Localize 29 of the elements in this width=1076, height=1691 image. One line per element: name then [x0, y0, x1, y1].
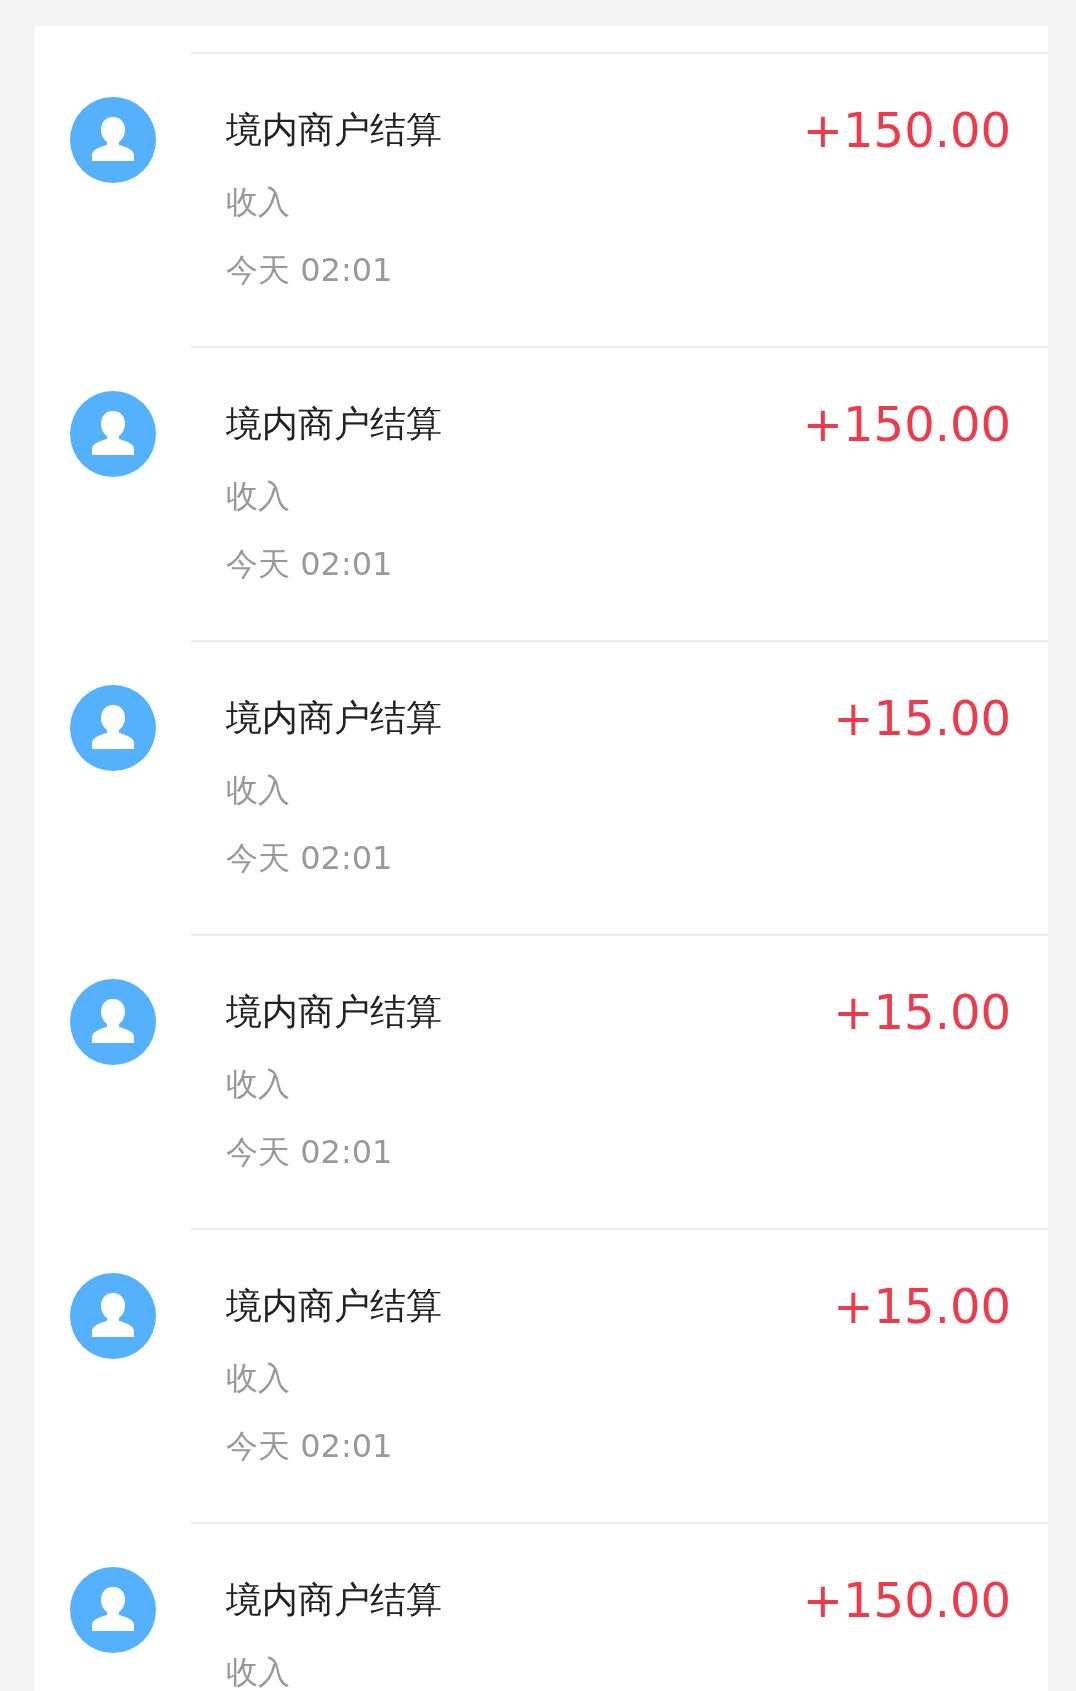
transaction-time: 今天 02:01	[226, 250, 393, 291]
transaction-time: 今天 02:01	[226, 544, 393, 585]
transaction-title: 境内商户结算	[226, 402, 442, 446]
amount: +150.00	[802, 101, 1011, 160]
transaction-title: 境内商户结算	[226, 108, 442, 152]
person-avatar-icon	[70, 391, 156, 477]
transaction-title: 境内商户结算	[226, 696, 442, 740]
person-avatar-icon	[70, 979, 156, 1065]
amount: +150.00	[802, 395, 1011, 454]
person-avatar-icon	[70, 1567, 156, 1653]
person-avatar-icon	[70, 685, 156, 771]
transaction-title: 境内商户结算	[226, 1578, 442, 1622]
transaction-title: 境内商户结算	[226, 1284, 442, 1328]
amount: +15.00	[833, 983, 1011, 1042]
amount: +15.00	[833, 1277, 1011, 1336]
person-avatar-icon	[70, 1273, 156, 1359]
amount: +15.00	[833, 689, 1011, 748]
transaction-type: 收入	[226, 1652, 290, 1691]
transaction-time: 今天 02:01	[226, 1132, 393, 1173]
transaction-type: 收入	[226, 770, 290, 811]
transaction-type: 收入	[226, 1064, 290, 1105]
transaction-time: 今天 02:01	[226, 838, 393, 879]
transaction-type: 收入	[226, 476, 290, 517]
transaction-type: 收入	[226, 182, 290, 223]
transaction-type: 收入	[226, 1358, 290, 1399]
person-avatar-icon	[70, 97, 156, 183]
amount: +150.00	[802, 1571, 1011, 1630]
transaction-time: 今天 02:01	[226, 1426, 393, 1467]
transaction-title: 境内商户结算	[226, 990, 442, 1034]
